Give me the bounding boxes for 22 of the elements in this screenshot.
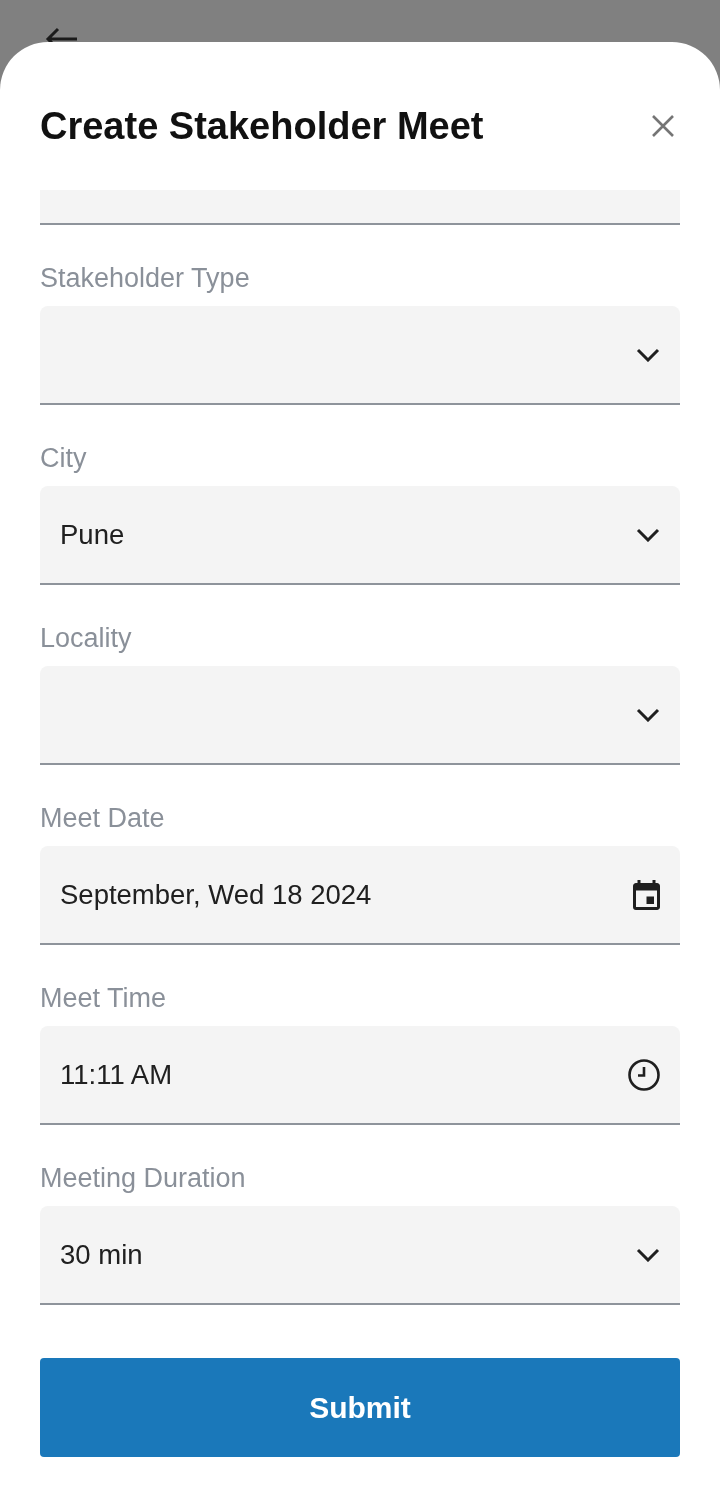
close-icon[interactable]: [652, 115, 674, 137]
sheet-title: Create Stakeholder Meet: [40, 105, 484, 147]
field-label: City: [40, 442, 87, 474]
chevron-down-icon: [636, 347, 660, 362]
submit-button[interactable]: Submit: [40, 1358, 680, 1457]
chevron-down-icon: [636, 527, 660, 542]
field-label: Stakeholder Type: [40, 262, 250, 294]
chevron-down-icon: [636, 707, 660, 722]
field-label: Meet Date: [40, 802, 165, 834]
clock-icon: [628, 1058, 660, 1091]
time-field[interactable]: 11:11 AM: [40, 1026, 680, 1125]
field-label: Meeting Duration: [40, 1162, 246, 1194]
field-label: Locality: [40, 622, 132, 654]
dropdown-field[interactable]: [40, 666, 680, 765]
input-field[interactable]: [40, 190, 680, 225]
chevron-down-icon: [636, 1247, 660, 1262]
field-label: Meet Time: [40, 982, 167, 1014]
calendar-icon: [633, 879, 660, 910]
dropdown-field[interactable]: 30 min: [40, 1206, 680, 1305]
date-field[interactable]: September, Wed 18 2024: [40, 846, 680, 945]
dropdown-field[interactable]: Pune: [40, 486, 680, 585]
dropdown-field[interactable]: [40, 306, 680, 405]
